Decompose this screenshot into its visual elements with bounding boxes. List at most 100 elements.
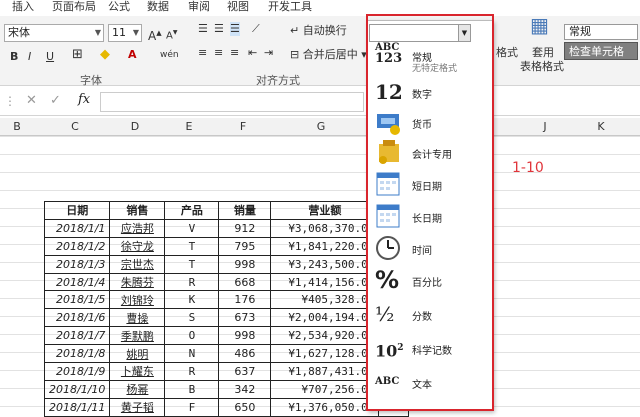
cell-date[interactable]: 2018/1/4 [43,272,111,292]
cell-quantity[interactable]: 342 [218,379,272,399]
cell-quantity[interactable]: 650 [218,397,272,417]
col-header-d[interactable]: D [128,120,142,133]
cell-date[interactable]: 2018/1/3 [43,254,111,274]
cell-date[interactable]: 2018/1/10 [43,379,111,399]
tab-data[interactable]: 数据 [147,0,169,14]
fill-color-icon[interactable]: ◆ [100,48,110,62]
cell-product[interactable]: K [164,290,220,310]
cell-revenue[interactable]: ¥1,841,220.00 [270,236,380,256]
cell-quantity[interactable]: 998 [218,326,272,346]
col-header-g[interactable]: G [314,120,328,133]
col-header-k[interactable]: K [594,120,608,133]
cell-quantity[interactable]: 668 [218,272,272,292]
italic-button[interactable]: I [28,50,31,64]
table-format-icon[interactable]: ▦ [530,15,549,35]
font-name-select[interactable]: 宋体 ▼ [4,24,104,42]
format-item-5[interactable]: 长日期 [372,202,490,232]
align-center-icon[interactable]: ≡ [214,46,223,60]
cell-quantity[interactable]: 637 [218,362,272,381]
cell-sales[interactable]: 刘锦玲 [109,290,166,310]
increase-indent-icon[interactable]: ⇥ [264,46,273,60]
cell-product[interactable]: R [164,272,220,292]
tab-developer[interactable]: 开发工具 [268,0,312,14]
cell-revenue[interactable]: ¥707,256.00 [270,379,380,399]
cell-product[interactable]: F [164,397,220,417]
cell-sales[interactable]: 季默鹏 [109,326,166,346]
format-item-7[interactable]: % 百分比 [372,266,490,296]
cell-revenue[interactable]: ¥3,243,500.00 [270,254,380,274]
header-sales[interactable]: 销售 [109,201,166,220]
underline-button[interactable]: U [46,50,54,64]
cell-sales[interactable]: 姚明 [109,344,166,364]
tab-insert[interactable]: 插入 [12,0,34,14]
cell-date[interactable]: 2018/1/6 [43,308,111,328]
phonetic-icon[interactable]: wén [160,48,179,62]
format-item-1[interactable]: 12 数字 [372,78,490,108]
col-header-b[interactable]: B [10,120,24,133]
cell-quantity[interactable]: 176 [218,290,272,310]
cell-product[interactable]: N [164,344,220,364]
cancel-icon[interactable]: ✕ [26,93,37,108]
format-item-10[interactable]: ABC 文本 [372,368,490,398]
col-header-f[interactable]: F [236,120,250,133]
font-color-icon[interactable]: A [128,48,137,62]
format-item-8[interactable]: ½ 分数 [372,300,490,330]
cell-revenue[interactable]: ¥1,376,050.00 [270,397,380,417]
cell-revenue[interactable]: ¥2,004,194.00 [270,308,380,328]
format-item-0[interactable]: ABC 123 常规 无特定格式 [372,42,490,74]
grow-font-icon[interactable]: A▲ [148,26,162,43]
cell-revenue[interactable]: ¥1,414,156.00 [270,272,380,292]
cell-revenue[interactable]: ¥2,534,920.00 [270,326,380,346]
style-check-cell[interactable]: 检查单元格 [564,42,638,60]
cell-date[interactable]: 2018/1/8 [43,344,111,364]
tab-review[interactable]: 审阅 [188,0,210,14]
cell-product[interactable]: B [164,379,220,399]
format-as-table-button[interactable]: 套用 [532,46,554,60]
format-item-9[interactable]: 102 科学记数 [372,334,490,364]
cell-date[interactable]: 2018/1/2 [43,236,111,256]
chevron-down-icon[interactable]: ▼ [458,25,470,41]
align-top-icon[interactable]: ☰ [198,22,208,36]
cell-revenue[interactable]: ¥405,328.00 [270,290,380,310]
cell-date[interactable]: 2018/1/1 [43,218,111,238]
cell-product[interactable]: T [164,254,220,274]
cell-product[interactable]: R [164,362,220,381]
format-item-6[interactable]: 时间 [372,234,490,264]
cell-date[interactable]: 2018/1/5 [43,290,111,310]
cell-revenue[interactable]: ¥1,887,431.00 [270,362,380,381]
cell-quantity[interactable]: 912 [218,218,272,238]
cell-date[interactable]: 2018/1/7 [43,326,111,346]
cell-sales[interactable]: 曹操 [109,308,166,328]
cell-quantity[interactable]: 673 [218,308,272,328]
enter-icon[interactable]: ✓ [50,93,61,108]
cell-sales[interactable]: 杨幂 [109,379,166,399]
cell-product[interactable]: O [164,326,220,346]
align-right-icon[interactable]: ≡ [230,46,239,60]
number-format-combo[interactable]: ▼ [369,24,471,42]
col-header-c[interactable]: C [68,120,82,133]
col-header-e[interactable]: E [182,120,196,133]
cell-sales[interactable]: 应浩邦 [109,218,166,238]
cell-product[interactable]: T [164,236,220,256]
cell-sales[interactable]: 徐守龙 [109,236,166,256]
cell-quantity[interactable]: 998 [218,254,272,274]
tab-page-layout[interactable]: 页面布局 [52,0,96,14]
cell-revenue[interactable]: ¥3,068,370.00 [270,218,380,238]
header-date[interactable]: 日期 [43,201,111,220]
cell-sales[interactable]: 黄子韬 [109,397,166,417]
formula-input[interactable] [100,92,364,112]
fx-icon[interactable]: fx [78,92,90,107]
cell-product[interactable]: V [164,218,220,238]
cell-date[interactable]: 2018/1/9 [43,362,111,381]
cell-quantity[interactable]: 486 [218,344,272,364]
style-normal[interactable]: 常规 [564,24,638,40]
tab-formulas[interactable]: 公式 [108,0,130,14]
cell-revenue[interactable]: ¥1,627,128.00 [270,344,380,364]
cell-product[interactable]: S [164,308,220,328]
cell-sales[interactable]: 宗世杰 [109,254,166,274]
cell-date[interactable]: 2018/1/11 [43,397,111,417]
cell-quantity[interactable]: 795 [218,236,272,256]
conditional-format-button[interactable]: 格式 [496,46,518,60]
align-left-icon[interactable]: ≡ [198,46,207,60]
orientation-icon[interactable]: ⟋ [252,22,260,36]
